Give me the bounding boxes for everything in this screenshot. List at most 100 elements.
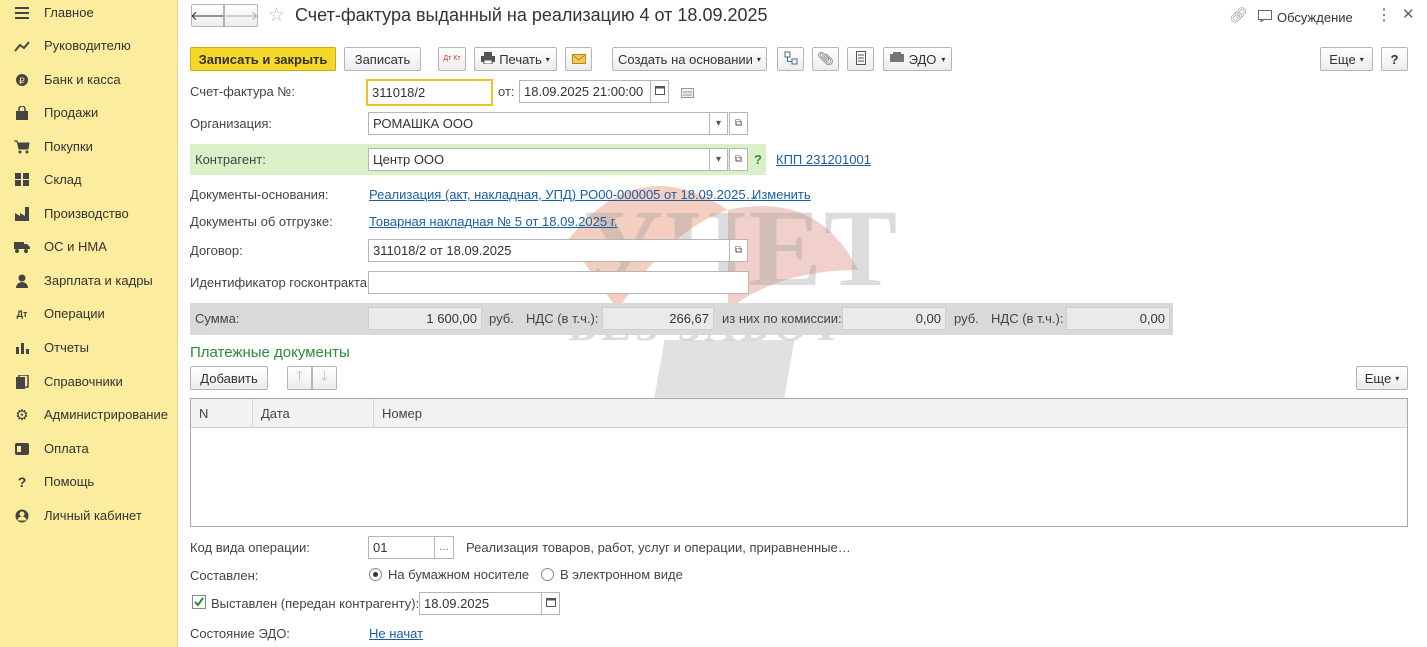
vat2-field: 0,00 (1066, 307, 1170, 330)
ellipsis-icon: … (439, 542, 449, 553)
sidebar-item-references[interactable]: Справочники (0, 365, 178, 398)
sidebar-item-help[interactable]: ? Помощь (0, 465, 178, 498)
contractor-input[interactable]: Центр ООО (368, 148, 710, 171)
sidebar-item-assets[interactable]: ОС и НМА (0, 230, 178, 263)
dt-kt-button[interactable]: Дт Кт (438, 47, 466, 71)
chevron-down-icon: ▾ (715, 154, 722, 165)
back-button[interactable]: 🡐 (190, 4, 225, 27)
sum-field: 1 600,00 (368, 307, 482, 330)
contract-input[interactable]: 311018/2 от 18.09.2025 (368, 239, 730, 262)
paper-radio[interactable]: На бумажном носителе (369, 567, 529, 582)
contractor-help-icon[interactable]: ? (754, 152, 762, 167)
kpp-link[interactable]: КПП 231201001 (776, 152, 871, 167)
report-button[interactable] (847, 47, 874, 71)
base-documents-link[interactable]: Реализация (акт, накладная, УПД) РО00-00… (369, 187, 759, 202)
issued-calendar-button[interactable] (541, 592, 560, 615)
menu-icon (0, 6, 44, 19)
sidebar-item-payment[interactable]: Оплата (0, 432, 178, 465)
page-title: Счет-фактура выданный на реализацию 4 от… (295, 5, 768, 25)
payments-more-button[interactable]: Еще ▾ (1356, 366, 1408, 390)
envelope-icon (571, 52, 586, 67)
shipping-documents-link[interactable]: Товарная накладная № 5 от 18.09.2025 г. (369, 214, 618, 229)
move-down-button[interactable]: 🡓 (312, 366, 337, 390)
forward-button[interactable]: 🡒 (224, 4, 258, 27)
arrow-left-icon: 🡐 (190, 7, 225, 23)
email-button[interactable] (565, 47, 592, 71)
change-base-documents-link[interactable]: Изменить (752, 187, 811, 202)
dt-kt-icon: Дт Кт (443, 55, 461, 62)
column-date[interactable]: Дата (253, 399, 374, 428)
issued-date-input[interactable]: 18.09.2025 (419, 592, 542, 615)
sidebar-item-salary[interactable]: Зарплата и кадры (0, 264, 178, 297)
save-button[interactable]: Записать (344, 47, 421, 71)
sidebar-item-admin[interactable]: ⚙ Администрирование (0, 398, 178, 431)
printer-icon (481, 51, 496, 67)
open-form-icon: ⧉ (734, 245, 743, 256)
calendar-button[interactable] (650, 80, 669, 103)
sidebar-item-director[interactable]: Руководителю (0, 29, 178, 62)
calendar-icon (654, 85, 665, 98)
sidebar-item-reports[interactable]: Отчеты (0, 331, 178, 364)
details-icon[interactable] (681, 86, 694, 101)
sidebar-item-account[interactable]: Личный кабинет (0, 499, 178, 532)
invoice-number-input[interactable]: 311018/2 (366, 79, 493, 106)
operation-code-select-button[interactable]: … (434, 536, 454, 559)
link-icon[interactable]: 🔗︎ (1229, 6, 1248, 24)
more-menu-icon[interactable]: ⋮ (1376, 5, 1392, 25)
chat-icon (1258, 10, 1272, 25)
operation-code-label: Код вида операции: (190, 540, 310, 555)
organization-open-button[interactable]: ⧉ (729, 112, 748, 135)
payment-icon (0, 442, 44, 455)
bag-icon (0, 105, 44, 120)
organization-dropdown-button[interactable]: ▾ (709, 112, 728, 135)
open-form-icon: ⧉ (734, 154, 743, 165)
coin-icon: ₽ (0, 73, 44, 87)
sidebar-item-bank[interactable]: ₽ Банк и касса (0, 63, 178, 96)
print-button[interactable]: Печать ▾ (474, 47, 557, 71)
dropdown-arrow-icon: ▾ (545, 54, 550, 64)
payments-table[interactable]: N Дата Номер (190, 398, 1408, 527)
sidebar-item-production[interactable]: Производство (0, 197, 178, 230)
edo-icon (889, 51, 904, 67)
column-number[interactable]: N (191, 399, 253, 428)
organization-input[interactable]: РОМАШКА ООО (368, 112, 710, 135)
invoice-date-input[interactable]: 18.09.2025 21:00:00 (519, 80, 651, 103)
structure-button[interactable] (777, 47, 804, 71)
create-based-on-button[interactable]: Создать на основании ▾ (612, 47, 767, 71)
attach-button[interactable]: 📎︎ (812, 47, 839, 71)
move-up-button[interactable]: 🡑 (287, 366, 312, 390)
payments-title: Платежные документы (190, 344, 350, 361)
help-button[interactable]: ? (1381, 47, 1408, 71)
gov-contract-input[interactable] (368, 271, 749, 294)
favorite-star-icon[interactable]: ☆ (268, 4, 285, 27)
close-icon[interactable]: ✕ (1402, 5, 1415, 23)
sidebar-item-sales[interactable]: Продажи (0, 96, 178, 129)
sidebar-item-purchases[interactable]: Покупки (0, 130, 178, 163)
shipping-documents-label: Документы об отгрузке: (190, 214, 333, 229)
date-from-label: от: (498, 84, 515, 99)
discussion-button[interactable]: Обсуждение (1258, 10, 1353, 25)
sidebar-item-warehouse[interactable]: Склад (0, 163, 178, 196)
arrow-down-icon: 🡓 (321, 368, 328, 383)
contract-label: Договор: (190, 243, 243, 258)
contractor-open-button[interactable]: ⧉ (729, 148, 748, 171)
column-doc-number[interactable]: Номер (374, 399, 1407, 428)
add-payment-button[interactable]: Добавить (190, 366, 268, 390)
more-button[interactable]: Еще ▾ (1320, 47, 1373, 71)
question-icon: ? (17, 473, 27, 490)
electronic-radio[interactable]: В электронном виде (541, 567, 683, 582)
radio-checked-icon (369, 568, 382, 581)
contractor-dropdown-button[interactable]: ▾ (709, 148, 728, 171)
base-documents-label: Документы-основания: (190, 187, 329, 202)
warehouse-icon (0, 173, 44, 186)
sidebar-item-operations[interactable]: Дт Операции (0, 297, 178, 330)
edo-button[interactable]: ЭДО ▾ (883, 47, 952, 71)
save-and-close-button[interactable]: Записать и закрыть (190, 47, 336, 71)
edo-state-link[interactable]: Не начат (369, 626, 423, 641)
commission-label: из них по комиссии: (722, 311, 842, 326)
issued-checkbox[interactable]: Выставлен (передан контрагенту): (192, 595, 419, 612)
sidebar-item-main[interactable]: Главное (0, 0, 178, 29)
operation-code-input[interactable]: 01 (368, 536, 435, 559)
contract-open-button[interactable]: ⧉ (729, 239, 748, 262)
edo-state-label: Состояние ЭДО: (190, 626, 290, 641)
